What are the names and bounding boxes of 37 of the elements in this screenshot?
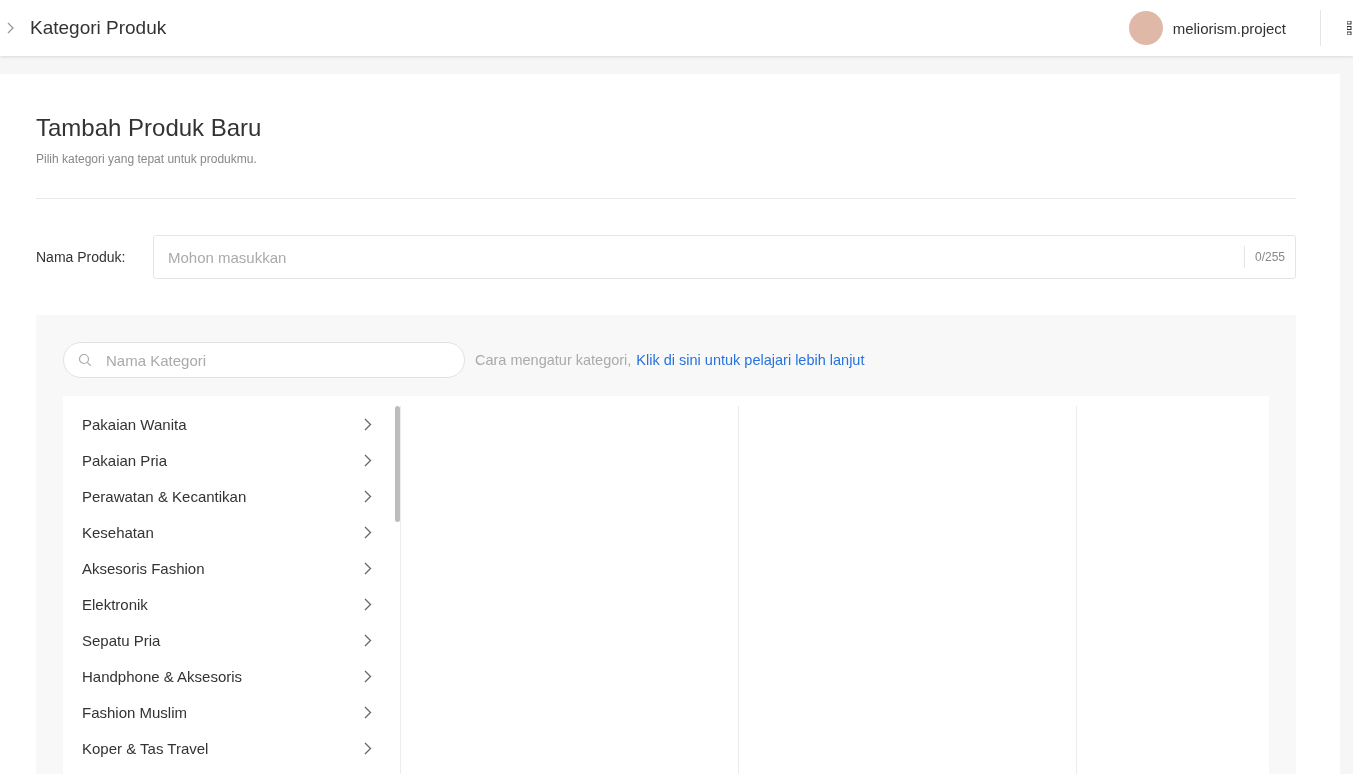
chevron-right-icon <box>364 417 372 431</box>
help-text: Cara mengatur kategori, <box>475 352 632 368</box>
grid-menu-icon[interactable] <box>1347 21 1353 35</box>
chevron-right-icon <box>364 489 372 503</box>
character-counter: 0/255 <box>1243 246 1295 268</box>
category-item[interactable]: Perawatan & Kecantikan <box>63 478 392 514</box>
chevron-right-icon <box>364 669 372 683</box>
category-item[interactable]: Fashion Muslim <box>63 694 392 730</box>
category-search-input[interactable]: Nama Kategori <box>104 350 464 370</box>
field-label: Nama Produk: <box>36 249 127 265</box>
search-icon <box>78 353 92 367</box>
category-item[interactable]: Pakaian Wanita <box>63 406 392 442</box>
product-name-input[interactable]: Mohon masukkan <box>154 247 1244 267</box>
category-item[interactable]: Kesehatan <box>63 514 392 550</box>
chevron-right-icon <box>364 525 372 539</box>
category-item[interactable]: Aksesoris Fashion <box>63 550 392 586</box>
category-item[interactable]: Elektronik <box>63 586 392 622</box>
page-title: Tambah Produk Baru <box>36 114 263 142</box>
category-search-field[interactable]: Nama Kategori <box>63 342 465 378</box>
product-name-field[interactable]: Mohon masukkan 0/255 <box>153 235 1296 279</box>
category-item[interactable]: Sepatu Pria <box>63 622 392 658</box>
page-subtitle: Pilih kategori yang tepat untuk produkmu. <box>36 152 258 166</box>
help-link[interactable]: Klik di sini untuk pelajari lebih lanjut <box>636 352 865 368</box>
chevron-right-icon <box>364 633 372 647</box>
chevron-right-icon <box>364 705 372 719</box>
category-item[interactable]: Pakaian Pria <box>63 442 392 478</box>
chevron-right-icon <box>364 561 372 575</box>
avatar[interactable] <box>1128 11 1163 45</box>
category-item[interactable]: Koper & Tas Travel <box>63 730 392 766</box>
header-title: Kategori Produk <box>30 17 167 39</box>
username[interactable]: meliorism.project <box>1172 19 1286 37</box>
chevron-right-icon[interactable] <box>7 22 15 34</box>
category-item[interactable]: Handphone & Aksesoris <box>63 658 392 694</box>
chevron-right-icon <box>364 453 372 467</box>
scrollbar-thumb[interactable] <box>395 406 400 522</box>
chevron-right-icon <box>364 741 372 755</box>
chevron-right-icon <box>364 597 372 611</box>
